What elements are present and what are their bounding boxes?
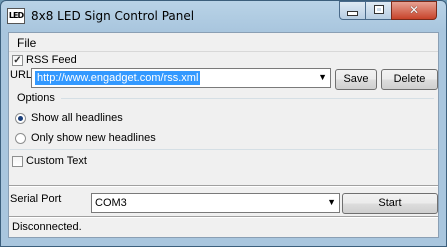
minimize-icon bbox=[347, 11, 358, 16]
client-area: File ✓ RSS Feed URL http://www.engadget.… bbox=[8, 32, 439, 238]
delete-button[interactable]: Delete bbox=[381, 69, 438, 90]
menu-file[interactable]: File bbox=[17, 36, 36, 50]
save-button[interactable]: Save bbox=[335, 69, 377, 90]
maximize-icon bbox=[373, 5, 384, 14]
serial-port-combobox[interactable]: COM3 ▼ bbox=[91, 193, 340, 213]
dropdown-arrow-icon[interactable]: ▼ bbox=[318, 72, 327, 82]
serial-port-label: Serial Port bbox=[10, 193, 62, 205]
status-separator bbox=[9, 216, 438, 218]
show-all-headlines-label: Show all headlines bbox=[31, 112, 123, 124]
close-button[interactable]: ✕ bbox=[391, 1, 437, 20]
close-icon: ✕ bbox=[408, 3, 420, 17]
options-group-label: Options bbox=[17, 92, 55, 104]
options-group-bottom bbox=[10, 149, 437, 150]
dropdown-arrow-icon[interactable]: ▼ bbox=[327, 197, 336, 207]
custom-text-checkbox[interactable] bbox=[12, 156, 23, 167]
custom-text-label: Custom Text bbox=[26, 155, 87, 167]
rss-feed-checkbox[interactable]: ✓ bbox=[12, 55, 23, 66]
window-title: 8x8 LED Sign Control Panel bbox=[31, 9, 195, 23]
serial-separator bbox=[9, 185, 438, 187]
show-new-headlines-label: Only show new headlines bbox=[31, 132, 156, 144]
maximize-button[interactable] bbox=[365, 1, 392, 20]
start-button[interactable]: Start bbox=[342, 193, 438, 214]
title-bar[interactable]: LED 8x8 LED Sign Control Panel ✕ bbox=[1, 1, 446, 31]
main-window: LED 8x8 LED Sign Control Panel ✕ File ✓ … bbox=[0, 0, 447, 247]
checkmark-icon: ✓ bbox=[13, 55, 22, 66]
minimize-button[interactable] bbox=[339, 1, 366, 20]
app-icon: LED bbox=[7, 8, 25, 24]
show-all-headlines-radio[interactable] bbox=[15, 113, 26, 124]
radio-selected-icon bbox=[18, 116, 23, 121]
options-group-divider bbox=[61, 98, 434, 99]
show-new-headlines-radio[interactable] bbox=[15, 133, 26, 144]
url-value[interactable]: http://www.engadget.com/rss.xml bbox=[35, 71, 201, 85]
rss-feed-label: RSS Feed bbox=[26, 54, 77, 66]
url-combobox[interactable]: http://www.engadget.com/rss.xml ▼ bbox=[31, 68, 331, 88]
serial-port-value: COM3 bbox=[95, 197, 127, 209]
url-label: URL bbox=[10, 69, 33, 81]
menu-bar: File bbox=[9, 33, 438, 52]
status-text: Disconnected. bbox=[12, 221, 82, 233]
